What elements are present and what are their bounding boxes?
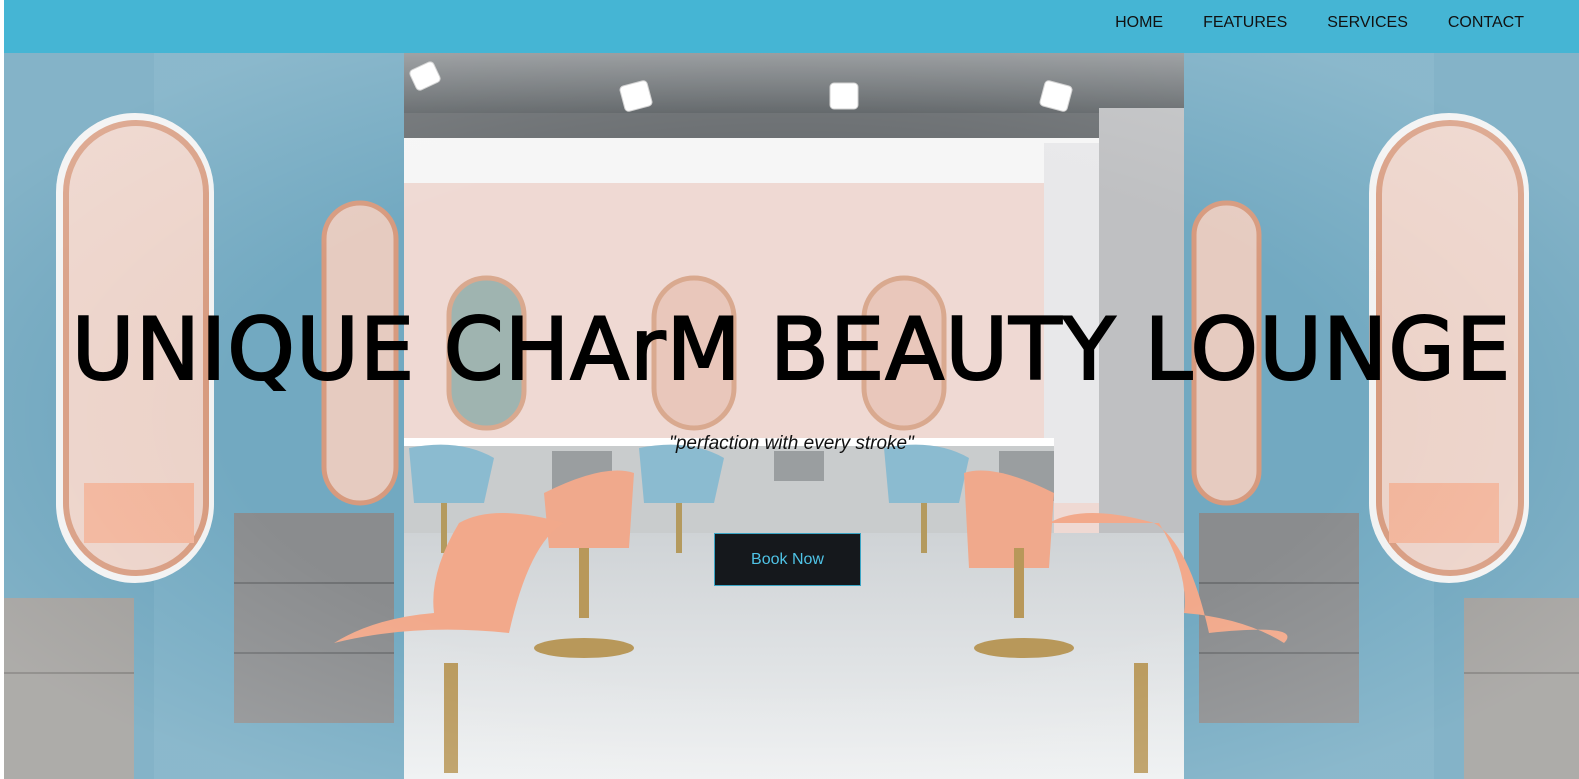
salon-interior-image <box>4 53 1579 779</box>
page: HOME FEATURES SERVICES CONTACT UNIQUE CH… <box>4 0 1579 779</box>
nav-features-link[interactable]: FEATURES <box>1203 14 1287 32</box>
book-now-button[interactable]: Book Now <box>714 533 861 586</box>
nav-links: HOME FEATURES SERVICES CONTACT <box>1075 0 1524 45</box>
nav-services-link[interactable]: SERVICES <box>1327 14 1408 32</box>
hero-tagline: "perfaction with every stroke" <box>669 433 914 454</box>
nav-contact-link[interactable]: CONTACT <box>1448 14 1524 32</box>
top-navbar: HOME FEATURES SERVICES CONTACT <box>4 0 1579 53</box>
hero-section: UNIQUE CHArM BEAUTY LOUNGE "perfaction w… <box>4 53 1579 779</box>
hero-title: UNIQUE CHArM BEAUTY LOUNGE <box>71 299 1512 401</box>
nav-home-link[interactable]: HOME <box>1115 14 1163 32</box>
